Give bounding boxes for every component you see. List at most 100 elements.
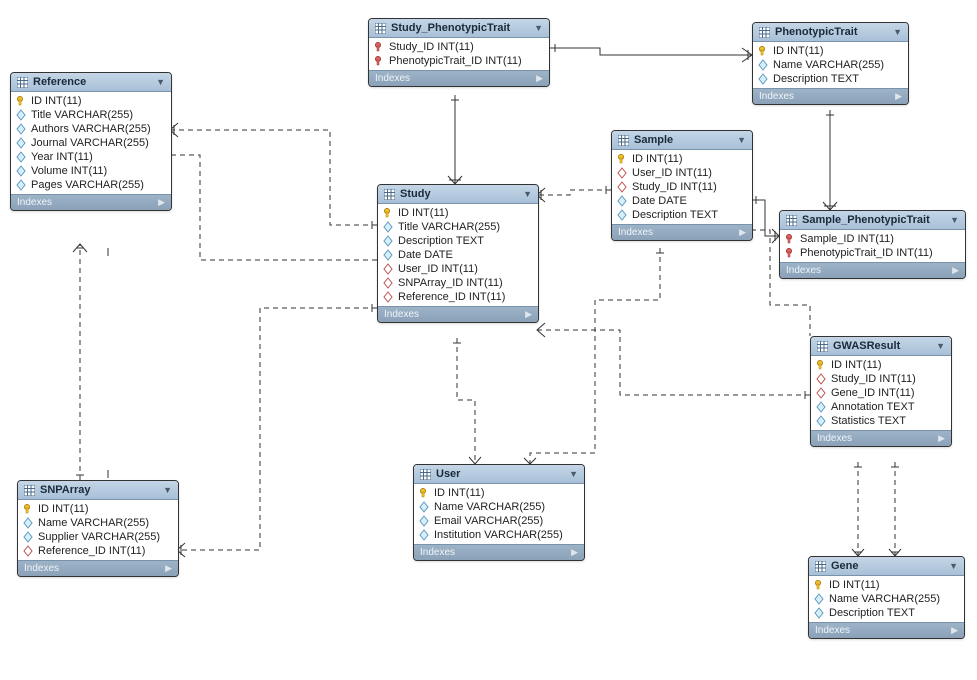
column-row[interactable]: Study_ID INT(11) [369,40,549,54]
expand-icon[interactable]: ▶ [895,91,902,102]
column-row[interactable]: SNPArray_ID INT(11) [378,276,538,290]
indexes-section[interactable]: Indexes▶ [612,224,752,240]
column-icon [382,221,394,233]
column-row[interactable]: Annotation TEXT [811,400,951,414]
table-header[interactable]: GWASResult▼ [811,337,951,356]
indexes-section[interactable]: Indexes▶ [11,194,171,210]
column-row[interactable]: Study_ID INT(11) [612,180,752,194]
column-row[interactable]: ID INT(11) [612,152,752,166]
table-header[interactable]: PhenotypicTrait▼ [753,23,908,42]
entity-table-sample_phenotypictrait[interactable]: Sample_PhenotypicTrait▼ Sample_ID INT(11)… [779,210,966,279]
column-row[interactable]: ID INT(11) [378,206,538,220]
column-row[interactable]: Title VARCHAR(255) [11,108,171,122]
entity-table-study_phenotypictrait[interactable]: Study_PhenotypicTrait▼ Study_ID INT(11)Ph… [368,18,550,87]
column-row[interactable]: User_ID INT(11) [378,262,538,276]
column-row[interactable]: Description TEXT [809,606,964,620]
indexes-label: Indexes [618,227,739,238]
table-header[interactable]: Reference▼ [11,73,171,92]
column-row[interactable]: Sample_ID INT(11) [780,232,965,246]
table-header[interactable]: Study_PhenotypicTrait▼ [369,19,549,38]
column-row[interactable]: Email VARCHAR(255) [414,514,584,528]
table-header[interactable]: Gene▼ [809,557,964,576]
column-row[interactable]: User_ID INT(11) [612,166,752,180]
column-row[interactable]: ID INT(11) [414,486,584,500]
table-header[interactable]: Sample▼ [612,131,752,150]
column-row[interactable]: Journal VARCHAR(255) [11,136,171,150]
expand-icon[interactable]: ▶ [951,625,958,636]
column-row[interactable]: ID INT(11) [11,94,171,108]
column-row[interactable]: Description TEXT [612,208,752,222]
collapse-icon[interactable]: ▼ [569,469,578,479]
entity-table-phenotypictrait[interactable]: PhenotypicTrait▼ ID INT(11)Name VARCHAR(2… [752,22,909,105]
table-header[interactable]: Study▼ [378,185,538,204]
table-header[interactable]: User▼ [414,465,584,484]
indexes-section[interactable]: Indexes▶ [414,544,584,560]
column-row[interactable]: Volume INT(11) [11,164,171,178]
expand-icon[interactable]: ▶ [525,309,532,320]
indexes-label: Indexes [786,265,952,276]
collapse-icon[interactable]: ▼ [737,135,746,145]
expand-icon[interactable]: ▶ [571,547,578,558]
entity-table-user[interactable]: User▼ ID INT(11)Name VARCHAR(255)Email VA… [413,464,585,561]
indexes-section[interactable]: Indexes▶ [811,430,951,446]
column-row[interactable]: Name VARCHAR(255) [18,516,178,530]
table-header[interactable]: Sample_PhenotypicTrait▼ [780,211,965,230]
entity-table-gene[interactable]: Gene▼ ID INT(11)Name VARCHAR(255)Descript… [808,556,965,639]
collapse-icon[interactable]: ▼ [893,27,902,37]
column-row[interactable]: Study_ID INT(11) [811,372,951,386]
expand-icon[interactable]: ▶ [938,433,945,444]
collapse-icon[interactable]: ▼ [936,341,945,351]
entity-table-study[interactable]: Study▼ ID INT(11)Title VARCHAR(255)Descri… [377,184,539,323]
column-row[interactable]: ID INT(11) [809,578,964,592]
column-row[interactable]: PhenotypicTrait_ID INT(11) [369,54,549,68]
collapse-icon[interactable]: ▼ [523,189,532,199]
column-row[interactable]: Reference_ID INT(11) [378,290,538,304]
collapse-icon[interactable]: ▼ [949,561,958,571]
column-row[interactable]: ID INT(11) [753,44,908,58]
collapse-icon[interactable]: ▼ [950,215,959,225]
collapse-icon[interactable]: ▼ [156,77,165,87]
indexes-section[interactable]: Indexes▶ [378,306,538,322]
column-row[interactable]: Name VARCHAR(255) [753,58,908,72]
expand-icon[interactable]: ▶ [158,197,165,208]
indexes-section[interactable]: Indexes▶ [753,88,908,104]
collapse-icon[interactable]: ▼ [534,23,543,33]
table-icon [384,189,395,200]
indexes-section[interactable]: Indexes▶ [780,262,965,278]
column-row[interactable]: Year INT(11) [11,150,171,164]
table-icon [420,469,431,480]
column-row[interactable]: Title VARCHAR(255) [378,220,538,234]
column-row[interactable]: Supplier VARCHAR(255) [18,530,178,544]
column-row[interactable]: Date DATE [612,194,752,208]
column-row[interactable]: Statistics TEXT [811,414,951,428]
indexes-section[interactable]: Indexes▶ [18,560,178,576]
entity-table-sample[interactable]: Sample▼ ID INT(11)User_ID INT(11)Study_ID… [611,130,753,241]
column-row[interactable]: ID INT(11) [811,358,951,372]
indexes-section[interactable]: Indexes▶ [369,70,549,86]
column-row[interactable]: Pages VARCHAR(255) [11,178,171,192]
expand-icon[interactable]: ▶ [739,227,746,238]
entity-table-gwasresult[interactable]: GWASResult▼ ID INT(11)Study_ID INT(11)Gen… [810,336,952,447]
column-row[interactable]: Name VARCHAR(255) [809,592,964,606]
expand-icon[interactable]: ▶ [536,73,543,84]
column-row[interactable]: Authors VARCHAR(255) [11,122,171,136]
collapse-icon[interactable]: ▼ [163,485,172,495]
column-row[interactable]: Date DATE [378,248,538,262]
column-row[interactable]: Description TEXT [753,72,908,86]
column-label: Reference_ID INT(11) [38,545,145,557]
column-icon [22,531,34,543]
column-label: Description TEXT [773,73,859,85]
column-row[interactable]: Reference_ID INT(11) [18,544,178,558]
column-row[interactable]: Description TEXT [378,234,538,248]
expand-icon[interactable]: ▶ [952,265,959,276]
expand-icon[interactable]: ▶ [165,563,172,574]
indexes-section[interactable]: Indexes▶ [809,622,964,638]
column-row[interactable]: ID INT(11) [18,502,178,516]
column-row[interactable]: Name VARCHAR(255) [414,500,584,514]
entity-table-snparray[interactable]: SNPArray▼ ID INT(11)Name VARCHAR(255)Supp… [17,480,179,577]
entity-table-reference[interactable]: Reference▼ ID INT(11)Title VARCHAR(255)Au… [10,72,172,211]
table-header[interactable]: SNPArray▼ [18,481,178,500]
column-row[interactable]: Gene_ID INT(11) [811,386,951,400]
column-row[interactable]: Institution VARCHAR(255) [414,528,584,542]
column-row[interactable]: PhenotypicTrait_ID INT(11) [780,246,965,260]
